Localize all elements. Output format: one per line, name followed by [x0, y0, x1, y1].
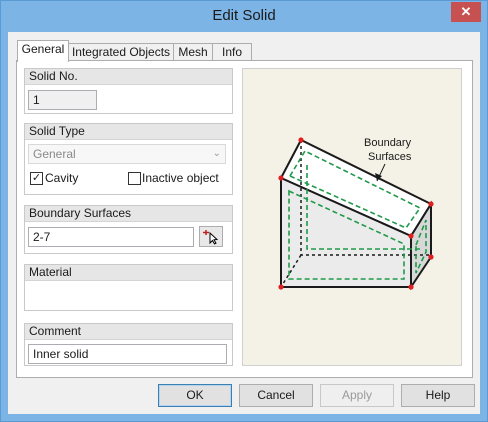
cavity-checkbox[interactable]: ✓: [30, 172, 43, 185]
solid-type-value: General: [33, 147, 76, 161]
solid-type-group: Solid Type General ⌄ ✓ Cavity Inactive o…: [24, 123, 233, 195]
callout-label-line2: Surfaces: [368, 151, 412, 163]
inactive-object-checkbox[interactable]: [128, 172, 141, 185]
callout-label-line1: Boundary: [364, 137, 412, 149]
material-heading: Material: [25, 265, 232, 281]
cursor-pick-icon: [203, 230, 219, 245]
tab-mesh[interactable]: Mesh: [173, 43, 213, 61]
boundary-surfaces-input[interactable]: 2-7: [28, 227, 194, 247]
solid-type-select[interactable]: General ⌄: [28, 144, 226, 164]
solid-illustration-panel: Boundary Surfaces: [242, 68, 462, 366]
title-bar[interactable]: Edit Solid ✕: [1, 1, 487, 32]
solid-no-field[interactable]: 1: [28, 90, 97, 110]
cancel-button[interactable]: Cancel: [239, 384, 313, 407]
pick-surfaces-button[interactable]: [199, 226, 223, 247]
help-button[interactable]: Help: [401, 384, 475, 407]
inactive-object-label[interactable]: Inactive object: [142, 171, 219, 185]
tab-info[interactable]: Info: [212, 43, 252, 61]
solid-no-heading: Solid No.: [25, 69, 232, 85]
comment-heading: Comment: [25, 324, 232, 340]
comment-input[interactable]: Inner solid: [28, 344, 227, 364]
material-field[interactable]: [28, 285, 226, 305]
cavity-label[interactable]: Cavity: [45, 171, 78, 185]
solid-type-heading: Solid Type: [25, 124, 232, 140]
tab-general[interactable]: General: [17, 40, 69, 62]
boundary-surfaces-heading: Boundary Surfaces: [25, 206, 232, 222]
window-title: Edit Solid: [212, 7, 276, 24]
comment-group: Comment Inner solid: [24, 323, 233, 366]
general-tab-panel: Solid No. 1 Solid Type General ⌄ ✓ Cavit…: [16, 60, 473, 378]
edit-solid-dialog: Edit Solid ✕ General Integrated Objects …: [0, 0, 488, 422]
chevron-down-icon: ⌄: [212, 148, 221, 159]
close-button[interactable]: ✕: [451, 2, 481, 22]
solid-no-group: Solid No. 1: [24, 68, 233, 114]
boundary-surfaces-group: Boundary Surfaces 2-7: [24, 205, 233, 254]
ok-button[interactable]: OK: [158, 384, 232, 407]
material-group: Material: [24, 264, 233, 311]
tab-integrated-objects[interactable]: Integrated Objects: [68, 43, 174, 61]
cavity-solid-illustration: Boundary Surfaces: [278, 137, 434, 291]
apply-button[interactable]: Apply: [320, 384, 394, 407]
dialog-client-area: General Integrated Objects Mesh Info Sol…: [8, 32, 480, 414]
